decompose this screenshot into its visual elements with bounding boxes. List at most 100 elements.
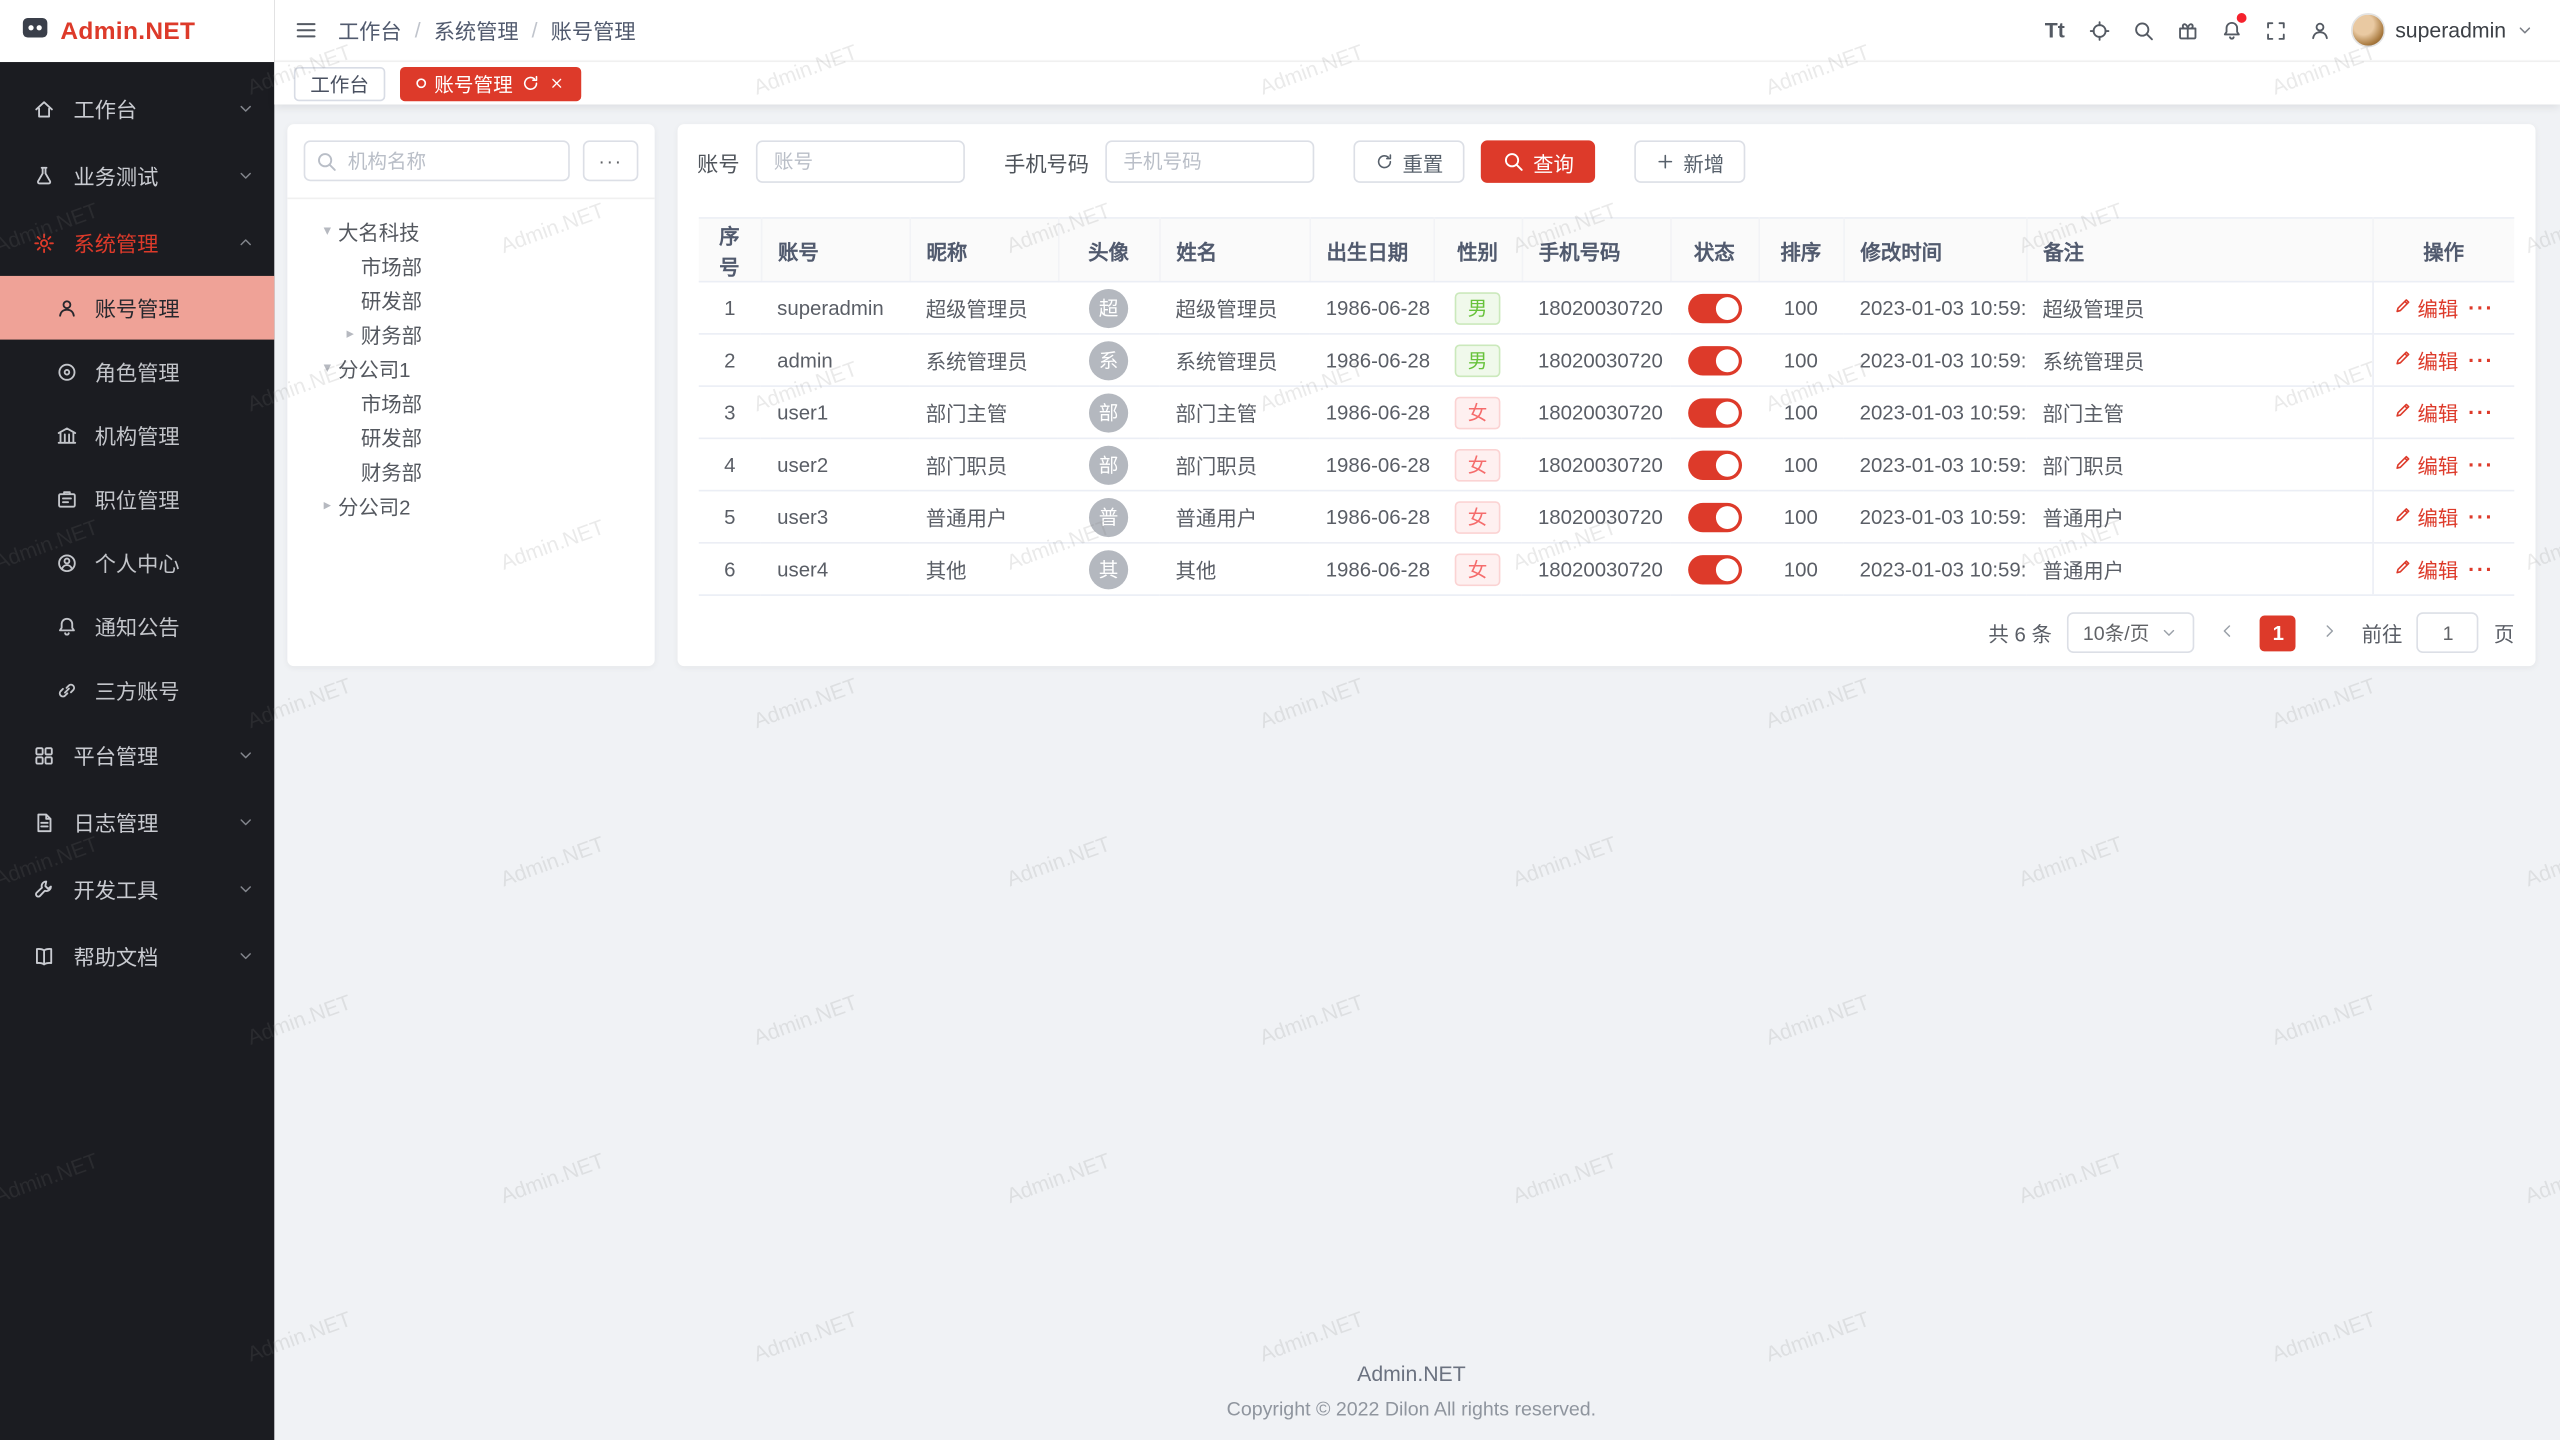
row-more-button[interactable]: ··· [2468, 400, 2494, 424]
edit-button[interactable]: 编辑 [2393, 553, 2458, 584]
status-toggle[interactable] [1687, 450, 1741, 479]
page-1-button[interactable]: 1 [2260, 615, 2296, 651]
tree-caret-icon[interactable]: ▾ [317, 359, 338, 377]
sidebar-subitem[interactable]: 角色管理 [0, 340, 274, 404]
status-toggle[interactable] [1687, 345, 1741, 374]
tree-more-button[interactable]: ··· [583, 140, 639, 181]
tree-node[interactable]: ▸财务部 [297, 317, 645, 351]
status-toggle[interactable] [1687, 293, 1741, 322]
edit-label: 编辑 [2418, 292, 2459, 323]
cell-remark: 部门职员 [2026, 438, 2372, 490]
user-menu[interactable]: superadmin [2351, 13, 2534, 47]
edit-button[interactable]: 编辑 [2393, 397, 2458, 428]
sidebar-subitem[interactable]: 机构管理 [0, 403, 274, 467]
chevron-down-icon [237, 167, 255, 185]
user-icon[interactable] [2297, 8, 2341, 52]
breadcrumb-item[interactable]: 账号管理 [551, 15, 636, 46]
status-toggle[interactable] [1687, 502, 1741, 531]
tree-caret-icon[interactable]: ▸ [340, 325, 361, 343]
tab-item[interactable]: 工作台 [294, 66, 385, 100]
sidebar-subitem[interactable]: 三方账号 [0, 658, 274, 722]
sidebar-subitem[interactable]: 通知公告 [0, 594, 274, 658]
cell-nickname: 部门主管 [909, 386, 1058, 438]
bell-icon[interactable] [2209, 8, 2253, 52]
edit-button[interactable]: 编辑 [2393, 449, 2458, 480]
add-button[interactable]: 新增 [1634, 140, 1745, 182]
next-page-button[interactable] [2311, 615, 2347, 651]
edit-icon [2393, 557, 2413, 581]
tree-node[interactable]: 研发部 [297, 420, 645, 454]
column-header: 排序 [1758, 218, 1843, 282]
sidebar-subitem[interactable]: 职位管理 [0, 467, 274, 531]
search-button[interactable]: 查询 [1481, 140, 1595, 182]
sidebar-subitem[interactable]: 账号管理 [0, 276, 274, 340]
search-icon[interactable] [2121, 8, 2165, 52]
fullscreen-icon[interactable] [2253, 8, 2297, 52]
cell-account: admin [761, 334, 910, 386]
row-more-button[interactable]: ··· [2468, 504, 2494, 528]
sidebar-item[interactable]: 帮助文档 [0, 922, 274, 989]
phone-label: 手机号码 [1004, 146, 1089, 177]
edit-label: 编辑 [2418, 501, 2459, 532]
sidebar-item[interactable]: 业务测试 [0, 142, 274, 209]
edit-button[interactable]: 编辑 [2393, 501, 2458, 532]
row-more-button[interactable]: ··· [2468, 348, 2494, 372]
status-toggle[interactable] [1687, 398, 1741, 427]
locate-icon[interactable] [2077, 8, 2121, 52]
tree-node[interactable]: ▾分公司1 [297, 351, 645, 385]
tree-node[interactable]: 财务部 [297, 454, 645, 488]
column-header: 手机号码 [1522, 218, 1671, 282]
tree-node[interactable]: ▸分公司2 [297, 488, 645, 522]
row-more-button[interactable]: ··· [2468, 557, 2494, 581]
breadcrumb-item[interactable]: 系统管理 [434, 15, 519, 46]
org-tree: ▾大名科技市场部研发部▸财务部▾分公司1市场部研发部财务部▸分公司2 [287, 199, 654, 537]
breadcrumb-separator: / [415, 18, 421, 42]
phone-input[interactable] [1105, 140, 1314, 182]
tree-node[interactable]: 市场部 [297, 248, 645, 282]
edit-button[interactable]: 编辑 [2393, 344, 2458, 375]
reset-button[interactable]: 重置 [1354, 140, 1465, 182]
tree-node[interactable]: ▾大名科技 [297, 214, 645, 248]
tree-node[interactable]: 研发部 [297, 282, 645, 316]
account-label: 账号 [697, 146, 739, 177]
chevron-down-icon [2516, 21, 2534, 39]
cell-phone: 18020030720 [1522, 491, 1671, 543]
hamburger-icon[interactable] [294, 18, 318, 42]
breadcrumb-item[interactable]: 工作台 [338, 15, 402, 46]
page-size-select[interactable]: 10条/页 [2067, 612, 2195, 653]
tab-refresh-icon[interactable] [521, 73, 541, 93]
sidebar-subitem[interactable]: 个人中心 [0, 531, 274, 595]
cell-account: superadmin [761, 282, 910, 334]
sidebar-item[interactable]: 工作台 [0, 75, 274, 142]
cell-account: user3 [761, 491, 910, 543]
book-icon [33, 944, 59, 967]
sidebar-item[interactable]: 平台管理 [0, 722, 274, 789]
account-input[interactable] [756, 140, 965, 182]
prev-page-button[interactable] [2210, 615, 2246, 651]
tab-close-icon[interactable] [549, 75, 565, 91]
tree-caret-icon[interactable]: ▸ [317, 496, 338, 514]
sidebar-item[interactable]: 日志管理 [0, 789, 274, 856]
row-more-button[interactable]: ··· [2468, 452, 2494, 476]
cell-actions: 编辑 ··· [2372, 334, 2514, 386]
font-size-icon[interactable]: Tt [2033, 8, 2077, 52]
cell-sort: 100 [1758, 438, 1843, 490]
avatar: 超 [1089, 288, 1128, 327]
status-toggle[interactable] [1687, 554, 1741, 583]
total-count: 共 6 条 [1988, 617, 2052, 648]
row-more-button[interactable]: ··· [2468, 296, 2494, 320]
user-icon [56, 296, 80, 319]
org-search-input[interactable] [304, 140, 570, 181]
tree-node[interactable]: 市场部 [297, 385, 645, 419]
cell-index: 2 [699, 334, 761, 386]
logo[interactable]: Admin.NET [0, 0, 274, 62]
tab-active[interactable]: 账号管理 [400, 66, 581, 100]
tree-caret-icon[interactable]: ▾ [317, 222, 338, 240]
gift-icon[interactable] [2165, 8, 2209, 52]
edit-button[interactable]: 编辑 [2393, 292, 2458, 323]
search-icon [315, 150, 338, 173]
sidebar-item[interactable]: 系统管理 [0, 209, 274, 276]
sidebar-item[interactable]: 开发工具 [0, 856, 274, 923]
cell-sort: 100 [1758, 386, 1843, 438]
goto-page-input[interactable] [2417, 612, 2479, 653]
